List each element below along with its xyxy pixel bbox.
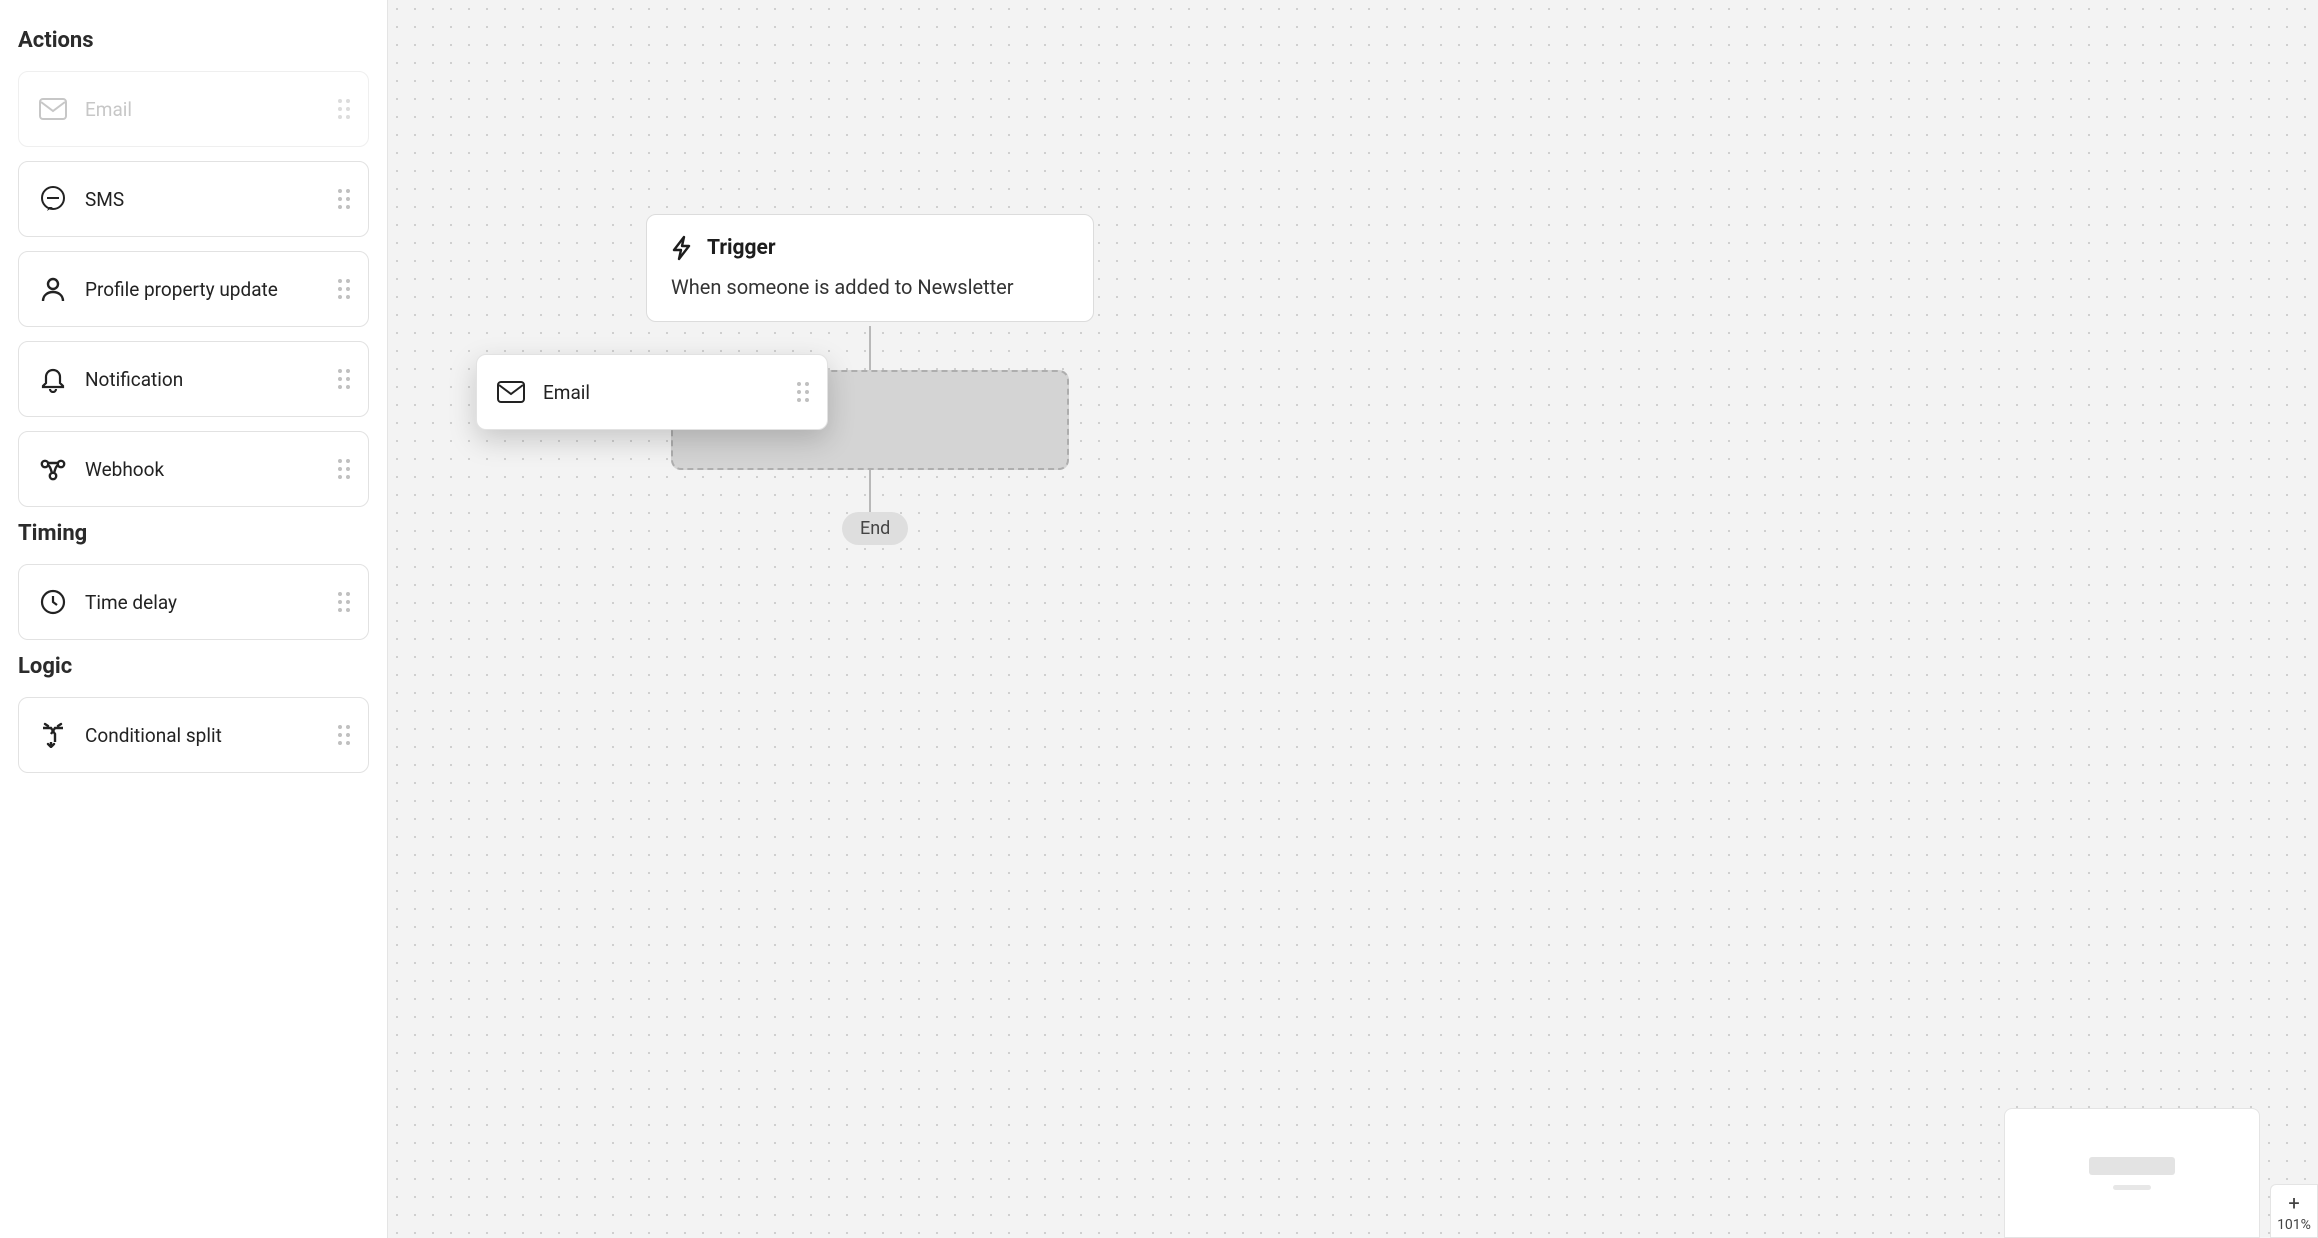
- drag-handle-icon[interactable]: [338, 99, 350, 119]
- card-label: Profile property update: [85, 278, 338, 301]
- action-card-profile-property-update[interactable]: Profile property update: [18, 251, 369, 327]
- clock-icon: [37, 586, 69, 618]
- card-label: Webhook: [85, 458, 338, 481]
- workflow-canvas[interactable]: Trigger When someone is added to Newslet…: [388, 0, 2318, 1238]
- card-label: Email: [543, 381, 797, 404]
- card-label: Notification: [85, 368, 338, 391]
- bolt-icon: [671, 235, 693, 261]
- card-label: SMS: [85, 188, 338, 211]
- bell-icon: [37, 363, 69, 395]
- card-label: Time delay: [85, 591, 338, 614]
- section-title-logic: Logic: [18, 654, 369, 679]
- minimap[interactable]: [2004, 1108, 2260, 1238]
- action-card-email[interactable]: Email: [18, 71, 369, 147]
- card-label: Conditional split: [85, 724, 338, 747]
- mail-icon: [37, 93, 69, 125]
- minimap-content: [2089, 1157, 2175, 1190]
- zoom-in-button[interactable]: +: [2288, 1191, 2299, 1215]
- action-card-notification[interactable]: Notification: [18, 341, 369, 417]
- drag-handle-icon[interactable]: [338, 459, 350, 479]
- profile-icon: [37, 273, 69, 305]
- minimap-node: [2113, 1185, 2151, 1190]
- drag-handle-icon[interactable]: [338, 279, 350, 299]
- drag-handle-icon[interactable]: [797, 382, 809, 402]
- trigger-description: When someone is added to Newsletter: [671, 275, 1069, 299]
- end-node: End: [842, 512, 908, 545]
- action-card-webhook[interactable]: Webhook: [18, 431, 369, 507]
- zoom-control: + 101%: [2270, 1184, 2318, 1238]
- drag-handle-icon[interactable]: [338, 725, 350, 745]
- drag-handle-icon[interactable]: [338, 189, 350, 209]
- drag-handle-icon[interactable]: [338, 592, 350, 612]
- minimap-node: [2089, 1157, 2175, 1175]
- dragging-card-email[interactable]: Email: [476, 354, 828, 430]
- action-card-sms[interactable]: SMS: [18, 161, 369, 237]
- webhook-icon: [37, 453, 69, 485]
- trigger-node[interactable]: Trigger When someone is added to Newslet…: [646, 214, 1094, 322]
- section-title-actions: Actions: [18, 28, 369, 53]
- drag-handle-icon[interactable]: [338, 369, 350, 389]
- sidebar: Actions Email SMS: [0, 0, 388, 1238]
- sms-icon: [37, 183, 69, 215]
- section-title-timing: Timing: [18, 521, 369, 546]
- card-label: Email: [85, 98, 338, 121]
- mail-icon: [495, 376, 527, 408]
- logic-card-conditional-split[interactable]: Conditional split: [18, 697, 369, 773]
- trigger-title: Trigger: [707, 236, 776, 260]
- trigger-header: Trigger: [671, 235, 1069, 261]
- zoom-level: 101%: [2277, 1217, 2311, 1233]
- timing-card-time-delay[interactable]: Time delay: [18, 564, 369, 640]
- split-icon: [37, 719, 69, 751]
- connector-line: [869, 470, 871, 512]
- connector-line: [869, 326, 871, 370]
